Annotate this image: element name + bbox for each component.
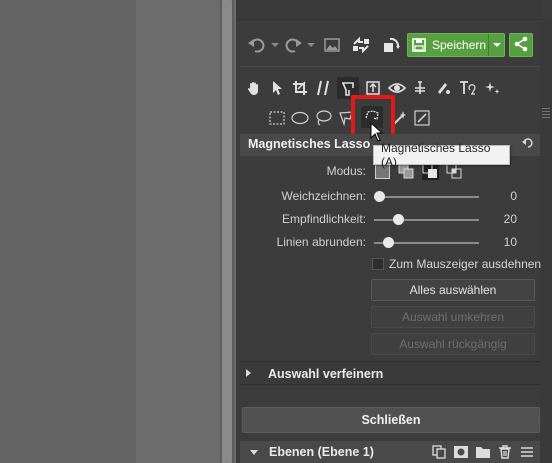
canvas-area[interactable] <box>0 0 136 463</box>
refine-selection-section[interactable]: Auswahl verfeinern <box>240 361 540 385</box>
sensitivity-slider[interactable] <box>374 213 479 227</box>
redo-dropdown-chevron-icon[interactable] <box>306 32 316 58</box>
save-dropdown-chevron-icon[interactable] <box>488 34 504 56</box>
slider-track[interactable] <box>374 196 479 198</box>
panel-top-bar <box>236 0 542 20</box>
rotate-icon[interactable] <box>378 32 404 58</box>
tool-tooltip: Magnetisches Lasso (A) <box>373 141 510 169</box>
panel-scrollbar[interactable] <box>540 20 552 463</box>
refine-selection-title: Auswahl verfeinern <box>268 367 384 381</box>
smooth-lines-label: Linien abrunden: <box>276 235 366 249</box>
rect-select-icon[interactable] <box>266 107 288 129</box>
close-button[interactable]: Schließen <box>242 407 540 433</box>
color-picker-icon[interactable] <box>409 77 431 99</box>
mouse-cursor-icon <box>370 121 384 145</box>
slider-knob[interactable] <box>374 191 385 202</box>
extend-to-cursor-label[interactable]: Zum Mauszeiger ausdehnen <box>389 257 541 271</box>
canvas-scrollbar-thumb[interactable] <box>222 0 232 463</box>
slider-knob[interactable] <box>383 237 395 248</box>
crop-icon[interactable] <box>289 77 311 99</box>
reset-icon[interactable] <box>522 137 534 152</box>
smooth-lines-value: 10 <box>503 235 517 249</box>
lasso-icon[interactable] <box>312 107 334 129</box>
undo-icon[interactable] <box>244 32 270 58</box>
section-title: Magnetisches Lasso <box>248 137 371 151</box>
trash-icon[interactable] <box>496 444 514 460</box>
sparkle-icon[interactable] <box>482 77 504 99</box>
layers-title: Ebenen (Ebene 1) <box>269 445 374 459</box>
compare-icon[interactable] <box>348 32 374 58</box>
hand-icon[interactable] <box>243 77 265 99</box>
slider-knob[interactable] <box>392 214 404 225</box>
pointer-icon[interactable] <box>266 77 288 99</box>
layers-actions <box>430 444 536 460</box>
feather-value: 0 <box>510 189 517 203</box>
right-panel <box>236 0 552 463</box>
menu-icon[interactable] <box>518 444 536 460</box>
slider-track[interactable] <box>374 219 479 221</box>
image-icon[interactable] <box>320 32 344 58</box>
select-all-button[interactable]: Alles auswählen <box>371 279 535 301</box>
collapse-arrow-icon[interactable] <box>250 450 258 455</box>
share-icon <box>513 36 529 55</box>
straighten-icon[interactable] <box>312 77 334 99</box>
invert-selection-button[interactable]: Auswahl umkehren <box>371 306 535 328</box>
redo-icon[interactable] <box>280 32 306 58</box>
duplicate-layer-icon[interactable] <box>430 444 448 460</box>
feather-slider[interactable] <box>374 190 479 204</box>
sensitivity-value: 20 <box>503 212 517 226</box>
undo-selection-button[interactable]: Auswahl rückgängig <box>371 333 535 355</box>
extend-to-cursor-checkbox[interactable] <box>372 258 384 270</box>
scroll-grip-icon[interactable] <box>542 108 550 120</box>
canvas-area-strip[interactable] <box>136 0 220 463</box>
smooth-lines-slider[interactable] <box>374 236 479 250</box>
toolbar-divider <box>240 66 540 67</box>
save-button-label: Speichern <box>432 38 487 52</box>
sensitivity-label: Empfindlichkeit: <box>281 212 366 226</box>
folder-icon[interactable] <box>474 444 492 460</box>
disk-icon <box>408 34 430 56</box>
save-button[interactable]: Speichern <box>407 33 505 57</box>
ellipse-select-icon[interactable] <box>289 107 311 129</box>
edit-selection-icon[interactable] <box>411 107 433 129</box>
paint-bucket-icon[interactable] <box>432 77 454 99</box>
mode-label: Modus: <box>326 164 366 178</box>
text-icon[interactable] <box>457 77 479 99</box>
layers-section-header[interactable]: Ebenen (Ebene 1) <box>240 441 540 463</box>
undo-dropdown-chevron-icon[interactable] <box>270 32 280 58</box>
mask-icon[interactable] <box>452 444 470 460</box>
expand-arrow-icon[interactable] <box>246 369 251 377</box>
feather-label: Weichzeichnen: <box>281 189 367 203</box>
share-button[interactable] <box>509 33 533 57</box>
